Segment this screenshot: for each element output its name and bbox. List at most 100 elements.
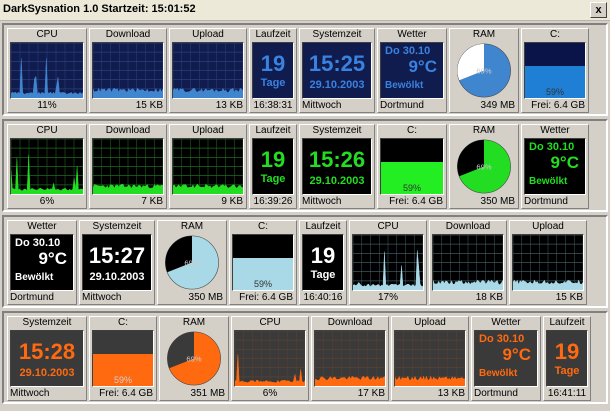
weather-condition: Bewölkt xyxy=(479,368,518,379)
ram-label: RAM xyxy=(472,29,496,40)
cpu-panel[interactable]: CPU 17% xyxy=(349,220,427,305)
laufzeit-label: Laufzeit xyxy=(255,125,291,136)
disk-label: C: xyxy=(258,221,268,232)
cpu-display xyxy=(234,330,306,387)
ram-panel[interactable]: RAM 69% 351 MB xyxy=(159,316,229,401)
uptime-unit: Tage xyxy=(554,365,580,377)
upload-value: 13 KB xyxy=(437,388,465,399)
disk-panel[interactable]: C: 59% Frei: 6.4 GB xyxy=(377,124,447,209)
wetter-display: Do 30.10 9°C Bewölkt xyxy=(10,234,74,291)
window-title: DarkSysnation 1.0 Startzeit: 15:01:52 xyxy=(3,3,196,15)
uptime-unit: Tage xyxy=(260,77,286,89)
upload-display xyxy=(172,42,244,99)
disk-panel[interactable]: C: 59% Frei: 6.4 GB xyxy=(521,28,589,113)
weather-condition: Bewölkt xyxy=(15,272,54,283)
upload-graph xyxy=(513,235,583,290)
cpu-panel[interactable]: CPU 6% xyxy=(7,124,87,209)
wetter-panel[interactable]: Wetter Do 30.10 9°C Bewölkt Dortmund xyxy=(7,220,77,305)
ram-panel[interactable]: RAM 69% 350 MB xyxy=(157,220,227,305)
wetter-display: Do 30.10 9°C Bewölkt xyxy=(524,138,586,195)
upload-value: 9 KB xyxy=(221,196,243,207)
systemzeit-panel[interactable]: Systemzeit 15:26 29.10.2003 Mittwoch xyxy=(299,124,375,209)
systemzeit-value: Mittwoch xyxy=(82,292,122,303)
monitor-row: CPU 11% Download 15 KB Upload 13 KB Laufzeit 19… xyxy=(2,23,608,116)
wetter-panel[interactable]: Wetter Do 30.10 9°C Bewölkt Dortmund xyxy=(471,316,541,401)
weather-condition: Bewölkt xyxy=(385,80,424,91)
systemzeit-label: Systemzeit xyxy=(22,317,72,328)
systemzeit-label: Systemzeit xyxy=(92,221,142,232)
systemzeit-panel[interactable]: Systemzeit 15:27 29.10.2003 Mittwoch xyxy=(79,220,155,305)
laufzeit-panel[interactable]: Laufzeit 19 Tage 16:39:26 xyxy=(249,124,297,209)
clock-date: 29.10.2003 xyxy=(309,175,365,187)
ram-pie-label: 69% xyxy=(186,354,201,363)
upload-display xyxy=(172,138,244,195)
ram-label: RAM xyxy=(182,317,206,328)
ram-pie: 69% xyxy=(457,139,511,194)
close-button[interactable]: x xyxy=(590,2,607,18)
disk-panel[interactable]: C: 59% Frei: 6.4 GB xyxy=(89,316,157,401)
ram-panel[interactable]: RAM 69% 350 MB xyxy=(449,124,519,209)
cpu-panel[interactable]: CPU 6% xyxy=(231,316,309,401)
systemzeit-panel[interactable]: Systemzeit 15:25 29.10.2003 Mittwoch xyxy=(299,28,375,113)
upload-graph xyxy=(395,331,465,386)
laufzeit-label: Laufzeit xyxy=(549,317,585,328)
upload-panel[interactable]: Upload 15 KB xyxy=(509,220,587,305)
systemzeit-panel[interactable]: Systemzeit 15:28 29.10.2003 Mittwoch xyxy=(7,316,87,401)
upload-display xyxy=(394,330,466,387)
systemzeit-value: Mittwoch xyxy=(302,100,342,111)
cpu-graph xyxy=(11,43,83,98)
download-value: 7 KB xyxy=(141,196,163,207)
download-panel[interactable]: Download 7 KB xyxy=(89,124,167,209)
title-bar[interactable]: DarkSysnation 1.0 Startzeit: 15:01:52 x xyxy=(0,0,610,21)
wetter-value: Dortmund xyxy=(10,292,54,303)
upload-panel[interactable]: Upload 13 KB xyxy=(391,316,469,401)
clock-date: 29.10.2003 xyxy=(89,271,145,283)
ram-display: 69% xyxy=(452,42,516,99)
upload-panel[interactable]: Upload 13 KB xyxy=(169,28,247,113)
laufzeit-value: 16:41:11 xyxy=(547,388,587,399)
ram-panel[interactable]: RAM 69% 349 MB xyxy=(449,28,519,113)
systemzeit-display: 15:26 29.10.2003 xyxy=(302,138,372,195)
disk-display: 59% xyxy=(92,330,154,387)
upload-value: 13 KB xyxy=(215,100,243,111)
download-panel[interactable]: Download 15 KB xyxy=(89,28,167,113)
wetter-panel[interactable]: Wetter Do 30.10 9°C Bewölkt Dortmund xyxy=(377,28,447,113)
systemzeit-label: Systemzeit xyxy=(312,125,362,136)
monitor-row: Wetter Do 30.10 9°C Bewölkt Dortmund Systemze… xyxy=(2,215,608,308)
download-panel[interactable]: Download 17 KB xyxy=(311,316,389,401)
uptime-days: 19 xyxy=(310,243,336,268)
cpu-graph xyxy=(11,139,83,194)
laufzeit-panel[interactable]: Laufzeit 19 Tage 16:38:31 xyxy=(249,28,297,113)
wetter-label: Wetter xyxy=(397,29,427,40)
upload-label: Upload xyxy=(192,29,224,40)
cpu-panel[interactable]: CPU 11% xyxy=(7,28,87,113)
app-window: DarkSysnation 1.0 Startzeit: 15:01:52 x … xyxy=(0,0,610,411)
disk-value: Frei: 6.4 GB xyxy=(99,388,153,399)
systemzeit-display: 15:28 29.10.2003 xyxy=(10,330,84,387)
cpu-value: 6% xyxy=(39,196,55,207)
download-panel[interactable]: Download 18 KB xyxy=(429,220,507,305)
systemzeit-label: Systemzeit xyxy=(312,29,362,40)
ram-label: RAM xyxy=(180,221,204,232)
upload-graph xyxy=(173,43,243,98)
weather-temp: 9°C xyxy=(550,153,579,172)
cpu-display xyxy=(352,234,424,291)
download-value: 17 KB xyxy=(357,388,385,399)
systemzeit-value: Mittwoch xyxy=(10,388,50,399)
upload-panel[interactable]: Upload 9 KB xyxy=(169,124,247,209)
disk-panel[interactable]: C: 59% Frei: 6.4 GB xyxy=(229,220,297,305)
wetter-panel[interactable]: Wetter Do 30.10 9°C Bewölkt Dortmund xyxy=(521,124,589,209)
disk-display: 59% xyxy=(524,42,586,99)
download-display xyxy=(92,42,164,99)
ram-value: 350 MB xyxy=(188,292,223,303)
cpu-display xyxy=(10,42,84,99)
ram-display: 69% xyxy=(160,234,224,291)
clock-time: 15:25 xyxy=(308,51,366,76)
laufzeit-panel[interactable]: Laufzeit 19 Tage 16:40:16 xyxy=(299,220,347,305)
cpu-label: CPU xyxy=(36,29,58,40)
download-label: Download xyxy=(105,125,151,136)
cpu-display xyxy=(10,138,84,195)
monitor-row: Systemzeit 15:28 29.10.2003 Mittwoch C: 59% Fr… xyxy=(2,311,608,404)
laufzeit-panel[interactable]: Laufzeit 19 Tage 16:41:11 xyxy=(543,316,591,401)
ram-value: 351 MB xyxy=(190,388,225,399)
